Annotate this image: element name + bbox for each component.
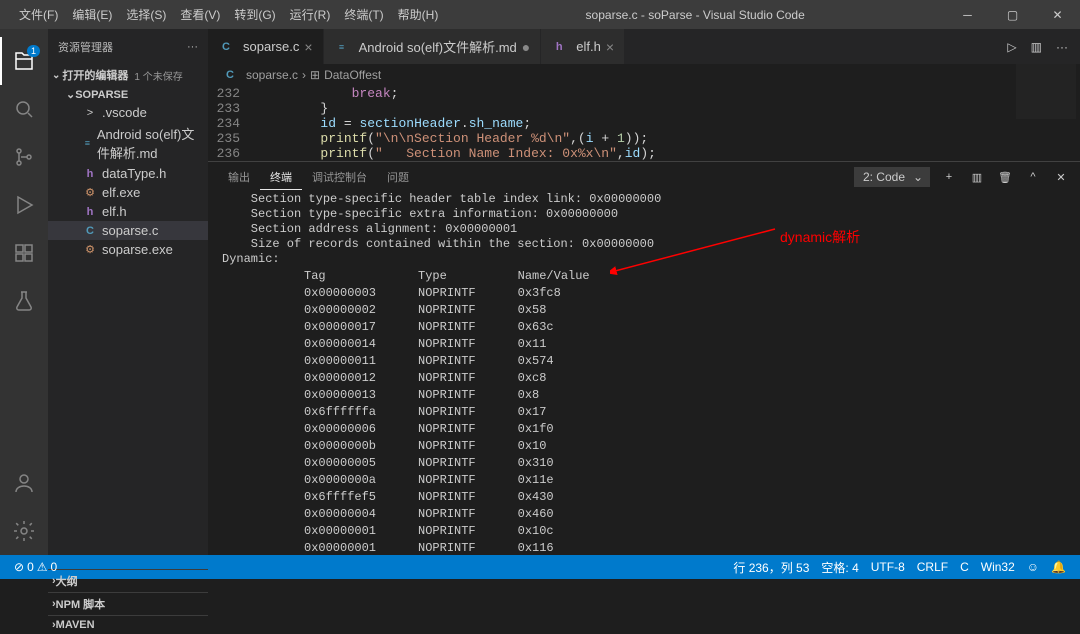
split-editor-icon[interactable]: ▥ (1031, 40, 1042, 54)
tree-item[interactable]: ⚙soparse.exe (48, 240, 208, 259)
open-editors-section[interactable]: ⌄打开的编辑器1 个未保存 (48, 64, 208, 86)
section-collapsed[interactable]: › 大纲 (48, 569, 208, 592)
status-lang[interactable]: C (954, 560, 975, 574)
menu-item[interactable]: 终端(T) (337, 2, 390, 27)
run-icon[interactable]: ▷ (1007, 40, 1016, 54)
accounts-icon[interactable] (0, 459, 48, 507)
new-terminal-icon[interactable]: + (940, 171, 958, 183)
maximize-button[interactable]: ▢ (990, 0, 1035, 29)
menu-item[interactable]: 帮助(H) (391, 2, 446, 27)
maximize-panel-icon[interactable]: ^ (1024, 171, 1042, 183)
more-icon[interactable]: ··· (187, 41, 198, 53)
close-panel-icon[interactable]: ✕ (1052, 171, 1070, 184)
tree-item[interactable]: ⚙elf.exe (48, 183, 208, 202)
trash-icon[interactable]: 🗑 (996, 171, 1014, 184)
breadcrumb[interactable]: Csoparse.c›⊞DataOffest (208, 64, 1080, 86)
window-title: soparse.c - soParse - Visual Studio Code (445, 8, 945, 22)
status-feedback[interactable]: ☺ (1021, 560, 1045, 574)
tree-item[interactable]: helf.h (48, 202, 208, 221)
status-cursor[interactable]: 行 236，列 53 (727, 559, 815, 576)
test-icon[interactable] (0, 277, 48, 325)
status-eol[interactable]: CRLF (911, 560, 954, 574)
menu-item[interactable]: 文件(F) (12, 2, 65, 27)
extensions-icon[interactable] (0, 229, 48, 277)
folder-root[interactable]: ⌄ SOPARSE (48, 86, 208, 103)
menu-item[interactable]: 运行(R) (283, 2, 338, 27)
section-collapsed[interactable]: › NPM 脚本 (48, 592, 208, 615)
terminal-selector[interactable]: 2: Code (854, 167, 930, 187)
status-errors[interactable]: ⊘ 0 ⚠ 0 (8, 560, 63, 574)
menu-item[interactable]: 查看(V) (173, 2, 227, 27)
status-indent[interactable]: 空格: 4 (815, 559, 864, 576)
explorer-icon[interactable]: 1 (0, 37, 48, 85)
sidebar-title: 资源管理器 (58, 39, 113, 55)
menu-bar: 文件(F)编辑(E)选择(S)查看(V)转到(G)运行(R)终端(T)帮助(H) (0, 2, 445, 27)
tree-item[interactable]: Csoparse.c (48, 221, 208, 240)
search-icon[interactable] (0, 85, 48, 133)
more-actions-icon[interactable]: ··· (1056, 40, 1068, 54)
run-debug-icon[interactable] (0, 181, 48, 229)
panel-tab[interactable]: 调试控制台 (302, 165, 377, 189)
source-control-icon[interactable] (0, 133, 48, 181)
editor-tab[interactable]: ≡Android so(elf)文件解析.md● (324, 29, 542, 64)
panel-tab[interactable]: 输出 (218, 165, 260, 189)
split-terminal-icon[interactable]: ▥ (968, 171, 986, 184)
status-encoding[interactable]: UTF-8 (865, 560, 911, 574)
editor-body[interactable]: 232 break;233 }234 id = sectionHeader.sh… (208, 86, 1080, 161)
settings-icon[interactable] (0, 507, 48, 555)
activity-bar: 1 (0, 29, 48, 555)
panel-tab[interactable]: 终端 (260, 165, 302, 190)
terminal-output[interactable]: Section type-specific header table index… (208, 192, 1080, 555)
panel-tab[interactable]: 问题 (377, 165, 419, 189)
menu-item[interactable]: 编辑(E) (65, 2, 119, 27)
menu-item[interactable]: 转到(G) (227, 2, 282, 27)
menu-item[interactable]: 选择(S) (119, 2, 173, 27)
editor-tab[interactable]: Csoparse.c× (208, 29, 324, 64)
section-collapsed[interactable]: › MAVEN (48, 615, 208, 634)
status-os[interactable]: Win32 (975, 560, 1021, 574)
tree-item[interactable]: ≡Android so(elf)文件解析.md (48, 122, 208, 164)
status-bell[interactable]: 🔔 (1045, 560, 1072, 574)
editor-tab[interactable]: helf.h× (541, 29, 625, 64)
minimap[interactable] (1016, 64, 1076, 119)
panel-tabs: 输出终端调试控制台问题 2: Code + ▥ 🗑 ^ ✕ (208, 162, 1080, 192)
tab-bar: Csoparse.c×≡Android so(elf)文件解析.md●helf.… (208, 29, 1080, 64)
tree-item[interactable]: hdataType.h (48, 164, 208, 183)
sidebar: 资源管理器 ··· ⌄打开的编辑器1 个未保存 ⌄ SOPARSE >.vscod… (48, 29, 208, 555)
tree-item[interactable]: >.vscode (48, 103, 208, 122)
close-button[interactable]: ✕ (1035, 0, 1080, 29)
minimize-button[interactable]: ─ (945, 0, 990, 29)
